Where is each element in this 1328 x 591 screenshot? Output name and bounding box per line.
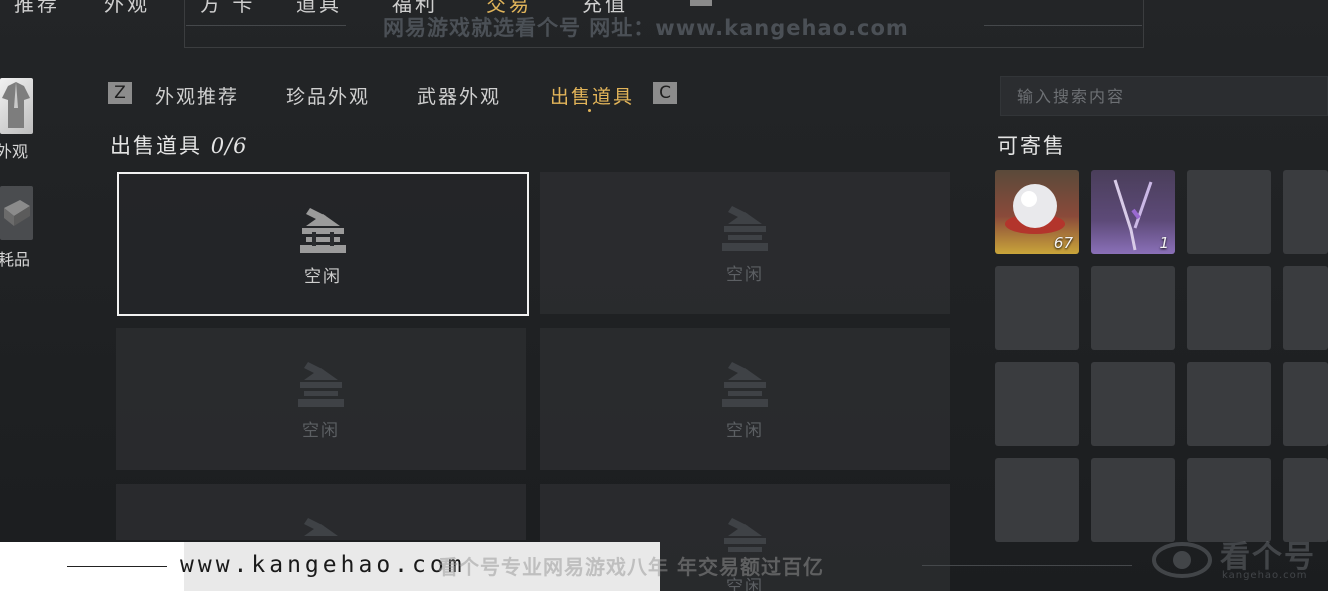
- watermark-slogan: 看个号专业网易游戏八年 年交易额过百亿: [438, 555, 824, 579]
- brand-domain: kangehao.com: [1222, 570, 1308, 581]
- inventory-slot-empty[interactable]: [1091, 362, 1175, 446]
- sell-section-title: 出售道具 0/6: [110, 130, 247, 160]
- stall-icon: [722, 362, 768, 407]
- stall-icon: [304, 518, 338, 536]
- category-appearance-label: 外观: [0, 142, 29, 161]
- watermark-top-text: 网易游戏就选看个号 网址：www.kangehao.com: [383, 16, 909, 40]
- inventory-slot-empty[interactable]: [1187, 266, 1271, 350]
- search-box[interactable]: [1000, 76, 1328, 116]
- watermark-underline: [67, 566, 167, 567]
- watermark-url: www.kangehao.com: [180, 552, 466, 578]
- sell-slot[interactable]: 空闲: [540, 328, 950, 470]
- top-nav-item-appearance[interactable]: 外观: [104, 0, 150, 14]
- category-consumable-button[interactable]: [0, 186, 33, 240]
- sell-slot[interactable]: 空闲: [116, 328, 526, 470]
- sell-slot[interactable]: 空闲: [116, 484, 526, 540]
- tab-appearance-recommend[interactable]: 外观推荐: [155, 82, 239, 109]
- consumable-icon: [4, 200, 30, 226]
- tab-weapon-appearance[interactable]: 武器外观: [417, 82, 501, 109]
- inventory-slot-empty[interactable]: [1091, 266, 1175, 350]
- inventory-item[interactable]: 67: [995, 170, 1079, 254]
- category-consumable-label: 耗品: [0, 250, 31, 269]
- top-nav-item-recommend[interactable]: 推荐: [14, 0, 60, 14]
- inventory-slot-empty[interactable]: [995, 362, 1079, 446]
- inventory-slot-empty[interactable]: [1187, 170, 1271, 254]
- watermark-bottom-divider: [922, 565, 1132, 566]
- slot-status: 空闲: [726, 265, 764, 285]
- inventory-slot-empty[interactable]: [1283, 170, 1328, 254]
- item-quantity: 67: [1053, 234, 1073, 252]
- watermark-divider-right: [984, 25, 1142, 26]
- prev-tab-key[interactable]: Z: [108, 82, 132, 104]
- slot-status: 空闲: [302, 421, 340, 441]
- sell-slot-count: 0/6: [210, 134, 248, 158]
- next-tab-key[interactable]: C: [653, 82, 677, 104]
- eye-logo-icon: [1152, 542, 1212, 578]
- watermark-divider-left: [186, 25, 346, 26]
- inventory-slot-empty[interactable]: [1187, 362, 1271, 446]
- sell-section-title-text: 出售道具: [110, 134, 202, 158]
- item-quantity: 1: [1159, 234, 1169, 252]
- category-appearance-button[interactable]: [0, 78, 33, 134]
- inventory-slot-empty[interactable]: [1283, 362, 1328, 446]
- inventory-item[interactable]: 1: [1091, 170, 1175, 254]
- search-input[interactable]: [1001, 77, 1327, 115]
- stall-icon: [298, 362, 344, 407]
- robe-icon: [2, 82, 30, 128]
- stall-icon: [300, 208, 346, 253]
- tab-rare-appearance[interactable]: 珍品外观: [286, 82, 370, 109]
- slot-status: 空闲: [304, 267, 342, 287]
- tab-sell-items[interactable]: 出售道具: [550, 82, 634, 109]
- inventory-slot-empty[interactable]: [995, 266, 1079, 350]
- inventory-slot-empty[interactable]: [995, 458, 1079, 542]
- inventory-title: 可寄售: [997, 134, 1066, 158]
- active-tab-indicator: [588, 109, 591, 112]
- slot-status: 空闲: [726, 421, 764, 441]
- sell-slot[interactable]: 空闲: [117, 172, 529, 316]
- inventory-slot-empty[interactable]: [1283, 266, 1328, 350]
- sell-slot[interactable]: 空闲: [540, 172, 950, 314]
- stall-icon: [722, 206, 768, 251]
- brand-watermark: 看个号 kangehao.com: [1150, 530, 1328, 591]
